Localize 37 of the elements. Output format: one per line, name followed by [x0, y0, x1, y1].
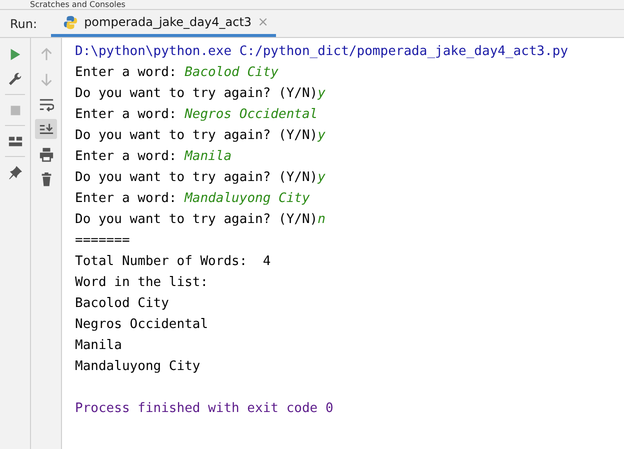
exit-message: Process finished with exit code 0 [75, 401, 334, 416]
input-text: y [318, 86, 326, 101]
wrap-icon [38, 96, 54, 112]
output-text: Negros Occidental [75, 317, 208, 332]
output-text: Mandaluyong City [75, 359, 200, 374]
output-text: Bacolod City [75, 296, 169, 311]
down-arrow-icon [38, 72, 54, 86]
output-text: Total Number of Words: 4 [75, 254, 271, 269]
run-tab[interactable]: pomperada_jake_day4_act3 × [51, 10, 276, 37]
input-text: Manila [184, 149, 232, 164]
output-text: Enter a word: [75, 191, 178, 206]
output-text: Do you want to try again? (Y/N) [75, 212, 318, 227]
input-text: Mandaluyong City [184, 191, 310, 206]
output-text: Do you want to try again? (Y/N) [75, 86, 318, 101]
pin-icon [8, 164, 22, 180]
input-text: y [318, 170, 326, 185]
python-icon [63, 14, 78, 30]
output-text: ======= [75, 233, 130, 248]
input-text: Bacolod City [184, 65, 278, 80]
input-text: Negros Occidental [184, 107, 318, 122]
up-arrow-icon [38, 46, 54, 62]
printer-icon [38, 146, 54, 162]
scratches-label: Scratches and Consoles [30, 0, 126, 9]
scroll-end-icon [38, 122, 54, 136]
toolbar-button[interactable] [35, 119, 57, 139]
input-text: n [318, 212, 326, 227]
command-line-text: D:\python\python.exe C:/python_dict/pomperada_jake_day4_act3.py [75, 44, 568, 59]
output-text: Enter a word: [75, 107, 178, 122]
output-text: Enter a word: [75, 149, 178, 164]
output-text: Manila [75, 338, 122, 353]
output-text: Do you want to try again? (Y/N) [75, 128, 318, 143]
output-text: Word in the list: [75, 275, 208, 290]
wrench-icon [8, 72, 22, 86]
input-text: y [318, 128, 326, 143]
output-text: Enter a word: [75, 65, 178, 80]
output-text: Do you want to try again? (Y/N) [75, 170, 318, 185]
run-label: Run: [9, 16, 38, 32]
